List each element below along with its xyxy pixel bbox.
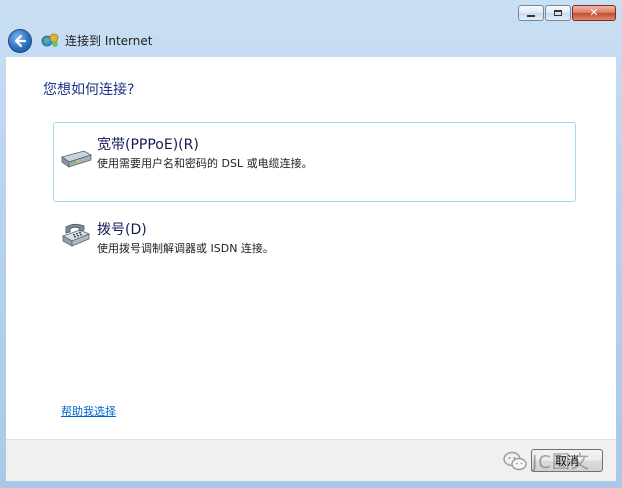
window-title: 连接到 Internet xyxy=(65,34,153,48)
back-button[interactable] xyxy=(8,29,32,53)
window-controls: ✕ xyxy=(517,5,616,21)
minimize-icon xyxy=(527,14,535,17)
page-question: 您想如何连接? xyxy=(43,82,135,98)
watermark-text: JC图文 xyxy=(532,452,590,473)
option-broadband-description: 使用需要用户名和密码的 DSL 或电缆连接。 xyxy=(97,157,313,170)
watermark: JC图文 xyxy=(502,448,590,474)
option-dialup[interactable]: 拨号(D) 使用拨号调制解调器或 ISDN 连接。 xyxy=(53,207,576,267)
minimize-button[interactable] xyxy=(518,5,544,21)
title-bar: ✕ 连接到 Internet xyxy=(0,0,622,57)
network-icon xyxy=(41,33,59,47)
dialup-phone-icon xyxy=(62,223,91,247)
broadband-modem-icon xyxy=(61,150,92,168)
close-button[interactable]: ✕ xyxy=(572,5,616,21)
help-me-choose-link[interactable]: 帮助我选择 xyxy=(61,403,116,419)
wechat-icon xyxy=(503,451,527,471)
maximize-button[interactable] xyxy=(545,5,571,21)
maximize-icon xyxy=(554,10,562,16)
option-dialup-description: 使用拨号调制解调器或 ISDN 连接。 xyxy=(97,242,274,255)
window-frame: ✕ 连接到 Internet 您想如何连接? 宽带(PPPoE)(R) 使用需要… xyxy=(0,0,622,488)
back-arrow-icon xyxy=(14,34,27,48)
close-icon: ✕ xyxy=(589,6,599,19)
option-dialup-title: 拨号(D) xyxy=(97,222,147,238)
wizard-content: 您想如何连接? 宽带(PPPoE)(R) 使用需要用户名和密码的 DSL 或电缆… xyxy=(6,57,616,439)
option-broadband-title: 宽带(PPPoE)(R) xyxy=(97,137,199,153)
option-broadband[interactable]: 宽带(PPPoE)(R) 使用需要用户名和密码的 DSL 或电缆连接。 xyxy=(53,122,576,202)
